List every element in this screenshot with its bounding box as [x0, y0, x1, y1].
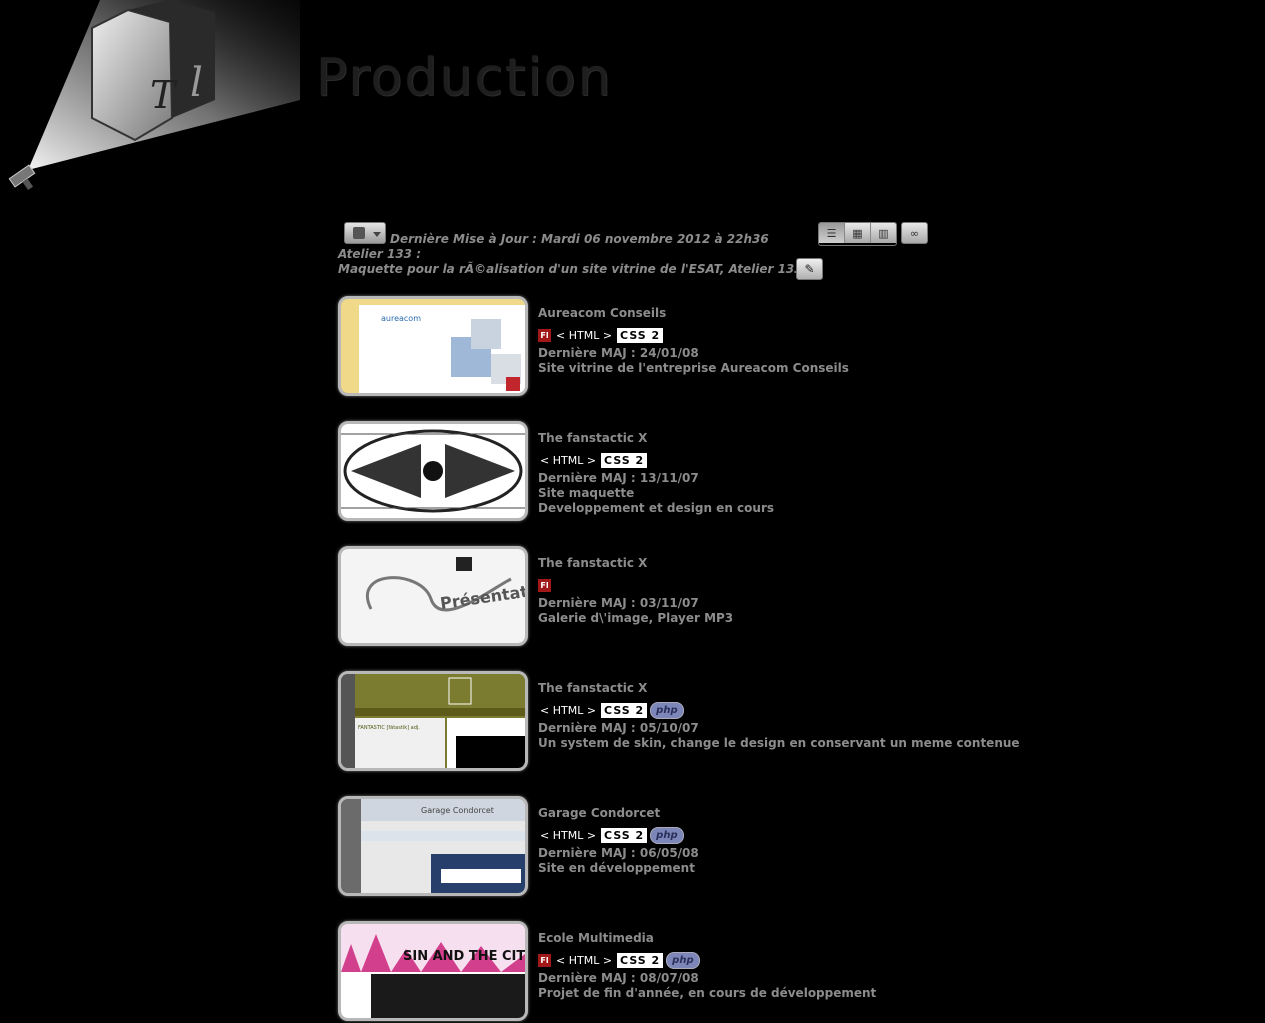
php-badge: php: [650, 826, 684, 844]
project-title[interactable]: Garage Condorcet: [538, 806, 699, 821]
site-header: T l Production: [0, 0, 1265, 200]
php-badge: php: [666, 951, 700, 969]
flash-badge: Fl: [538, 328, 551, 342]
project-title[interactable]: The fanstactic X: [538, 681, 1020, 696]
project-thumbnail[interactable]: [338, 421, 528, 521]
view-switcher: ☰ ▦ ▥: [818, 222, 897, 246]
css-badge: CSS 2: [601, 452, 648, 468]
project-description: Un system de skin, change le design en c…: [538, 736, 1020, 750]
project-item: aureacom Aureacom Conseils Fl < HTML > CSS 2…: [338, 296, 938, 398]
project-thumbnail[interactable]: Garage Condorcet: [338, 796, 528, 896]
css-badge: CSS 2: [617, 952, 664, 968]
project-description: Developpement et design en cours: [538, 501, 775, 515]
project-date: Dernière MAJ : 24/01/08: [538, 346, 699, 360]
project-info: The fanstactic X < HTML > CSS 2 Dernière MA…: [538, 431, 774, 516]
project-thumbnail[interactable]: aureacom: [338, 296, 528, 396]
project-info: The fanstactic X Fl Dernière MAJ : 03/11/0…: [538, 556, 733, 626]
html-badge: < HTML >: [554, 327, 615, 343]
project-title[interactable]: The fanstactic X: [538, 556, 733, 571]
project-description: Site vitrine de l'entreprise Aureacom Co…: [538, 361, 849, 375]
projector-beam-logo: T l: [8, 0, 300, 191]
project-item: Garage Condorcet Garage Condorcet < HTML >…: [338, 796, 938, 898]
html-badge: < HTML >: [538, 827, 599, 843]
project-title[interactable]: The fanstactic X: [538, 431, 774, 446]
project-title[interactable]: Aureacom Conseils: [538, 306, 849, 321]
atelier-description: Maquette pour la rÃ©alisation d'un site …: [338, 262, 803, 276]
grid-view-icon[interactable]: ▦: [845, 223, 871, 243]
strip-view-icon[interactable]: ▥: [871, 223, 896, 243]
project-info: Garage Condorcet < HTML > CSS 2 php Dernière…: [538, 806, 699, 876]
project-thumbnail[interactable]: SIN AND THE CITY: [338, 921, 528, 1021]
project-date: Dernière MAJ : 06/05/08: [538, 846, 699, 860]
thumb-caption: Garage Condorcet: [421, 806, 494, 815]
list-view-icon[interactable]: ☰: [819, 223, 845, 243]
project-description: Galerie d\'image, Player MP3: [538, 611, 734, 625]
project-date: Dernière MAJ : 08/07/08: [538, 971, 699, 985]
rss-dropdown-button[interactable]: [344, 222, 386, 244]
project-title[interactable]: Ecole Multimedia: [538, 931, 876, 946]
project-item: FANTASTIC [fãtastik] adj. The fanstactic …: [338, 671, 1020, 773]
html-badge: < HTML >: [554, 952, 615, 968]
project-info: Ecole Multimedia Fl < HTML > CSS 2 php Derniè…: [538, 931, 876, 1001]
css-badge: CSS 2: [601, 702, 648, 718]
project-item: The fanstactic X < HTML > CSS 2 Dernière MA…: [338, 421, 938, 523]
html-badge: < HTML >: [538, 702, 599, 718]
css-badge: CSS 2: [601, 827, 648, 843]
thumb-caption: SIN AND THE CITY: [403, 949, 525, 964]
tech-badges: < HTML > CSS 2 php: [538, 700, 1020, 720]
project-item: Présentat The fanstactic X Fl Dernière MAJ …: [338, 546, 938, 648]
atelier-label: Atelier 133 :: [338, 247, 421, 261]
project-date: Dernière MAJ : 05/10/07: [538, 721, 699, 735]
last-update-text: Dernière Mise à Jour : Mardi 06 novembre…: [390, 232, 769, 246]
tech-badges: < HTML > CSS 2: [538, 450, 774, 470]
svg-text:T: T: [150, 73, 178, 117]
tech-badges: Fl: [538, 575, 733, 595]
svg-text:l: l: [190, 60, 203, 106]
pencil-icon[interactable]: ✎: [796, 258, 823, 280]
project-info: Aureacom Conseils Fl < HTML > CSS 2 Dernière…: [538, 306, 849, 376]
tech-badges: Fl < HTML > CSS 2 php: [538, 950, 876, 970]
rss-icon: [353, 227, 365, 239]
tech-badges: Fl < HTML > CSS 2: [538, 325, 849, 345]
project-item: SIN AND THE CITY Ecole Multimedia Fl < HTML…: [338, 921, 938, 1023]
thumb-caption: aureacom: [381, 314, 421, 323]
project-date: Dernière MAJ : 13/11/07: [538, 471, 699, 485]
php-badge: php: [650, 701, 684, 719]
chevron-down-icon: [373, 232, 381, 237]
project-thumbnail[interactable]: FANTASTIC [fãtastik] adj.: [338, 671, 528, 771]
flash-badge: Fl: [538, 578, 551, 592]
flash-badge: Fl: [538, 953, 551, 967]
css-badge: CSS 2: [617, 327, 664, 343]
page-title: Production: [316, 48, 613, 108]
project-date: Dernière MAJ : 03/11/07: [538, 596, 699, 610]
html-badge: < HTML >: [538, 452, 599, 468]
chain-link-icon[interactable]: ∞: [901, 222, 928, 244]
toolbar: Dernière Mise à Jour : Mardi 06 novembre…: [338, 222, 938, 282]
thumb-caption: FANTASTIC [fãtastik] adj.: [358, 725, 420, 731]
tech-badges: < HTML > CSS 2 php: [538, 825, 699, 845]
project-info: The fanstactic X < HTML > CSS 2 php Dernière…: [538, 681, 1020, 751]
project-thumbnail[interactable]: Présentat: [338, 546, 528, 646]
project-description: Site en développement: [538, 861, 695, 875]
project-description: Site maquette: [538, 486, 635, 500]
